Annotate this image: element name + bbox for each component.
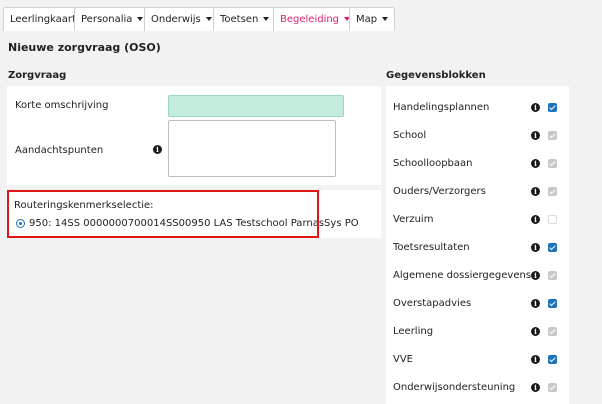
school-checkbox xyxy=(548,131,557,140)
caret-down-icon xyxy=(205,17,212,21)
onderwijsondersteuning-checkbox xyxy=(548,383,557,392)
tab-label: Map xyxy=(356,14,378,25)
tab-onderwijs[interactable]: Onderwijs xyxy=(144,7,219,31)
tab-begeleiding[interactable]: Begeleiding xyxy=(273,7,358,31)
caret-down-icon xyxy=(382,17,389,21)
tab-bar: Leerlingkaart Personalia Onderwijs Toets… xyxy=(0,0,602,33)
info-icon[interactable]: i xyxy=(531,215,540,224)
gegevensblok-label: Overstapadvies xyxy=(393,298,472,309)
aandachtspunten-textarea[interactable] xyxy=(168,120,336,177)
gegevensblok-label: School xyxy=(393,130,427,141)
gegevensblok-row: Verzuim i xyxy=(386,206,566,234)
gegevensblok-row: School i xyxy=(386,122,566,150)
page-title: Nieuwe zorgvraag (OSO) xyxy=(8,41,161,54)
info-icon[interactable]: i xyxy=(531,159,540,168)
gegevensblok-row: Ouders/Verzorgers i xyxy=(386,178,566,206)
ouders-verzorgers-checkbox xyxy=(548,187,557,196)
toetsresultaten-checkbox[interactable] xyxy=(548,243,557,252)
algemene-dossiergegevens-checkbox xyxy=(548,271,557,280)
info-icon[interactable]: i xyxy=(531,271,540,280)
gegevensblok-label: Algemene dossiergegevens xyxy=(393,270,532,281)
gegevensblok-row: Onderwijsondersteuning i xyxy=(386,374,566,402)
gegevensblokken-heading: Gegevensblokken xyxy=(386,70,486,81)
gegevensblok-label: Onderwijsondersteuning xyxy=(393,382,516,393)
gegevensblok-label: VVE xyxy=(393,354,413,365)
overstapadvies-checkbox[interactable] xyxy=(548,299,557,308)
tab-label: Toetsen xyxy=(220,14,259,25)
tab-leerlingkaart[interactable]: Leerlingkaart xyxy=(3,7,83,31)
info-icon[interactable]: i xyxy=(531,383,540,392)
tab-personalia[interactable]: Personalia xyxy=(74,7,151,31)
gegevensblok-label: Toetsresultaten xyxy=(393,242,470,253)
gegevensblok-label: Schoolloopbaan xyxy=(393,158,473,169)
tab-label: Personalia xyxy=(81,14,133,25)
info-icon[interactable]: i xyxy=(531,243,540,252)
tab-toetsen[interactable]: Toetsen xyxy=(213,7,277,31)
highlight-box xyxy=(7,190,319,238)
tab-label: Onderwijs xyxy=(151,14,201,25)
leerling-checkbox xyxy=(548,327,557,336)
aandachtspunten-label: Aandachtspunten xyxy=(15,145,104,156)
gegevensblok-row: Toetsresultaten i xyxy=(386,234,566,262)
gegevensblok-label: Ouders/Verzorgers xyxy=(393,186,486,197)
gegevensblok-row: Algemene dossiergegevens i xyxy=(386,262,566,290)
verzuim-checkbox xyxy=(548,215,557,224)
info-icon[interactable]: i xyxy=(531,187,540,196)
info-icon[interactable]: i xyxy=(531,299,540,308)
korte-omschrijving-input[interactable] xyxy=(168,95,344,117)
tab-label: Leerlingkaart xyxy=(10,14,76,25)
gegevensblok-row: Schoolloopbaan i xyxy=(386,150,566,178)
info-icon[interactable]: i xyxy=(531,103,540,112)
caret-down-icon xyxy=(137,17,144,21)
vve-checkbox[interactable] xyxy=(548,355,557,364)
gegevensblok-label: Handelingsplannen xyxy=(393,102,490,113)
gegevensblok-label: Leerling xyxy=(393,326,434,337)
tab-map[interactable]: Map xyxy=(349,7,396,31)
info-icon[interactable]: i xyxy=(531,355,540,364)
gegevensblok-row: VVE i xyxy=(386,346,566,374)
gegevensblok-row: Leerling i xyxy=(386,318,566,346)
gegevensblok-row: Overstapadvies i xyxy=(386,290,566,318)
zorgvraag-heading: Zorgvraag xyxy=(8,70,67,81)
schoolloopbaan-checkbox xyxy=(548,159,557,168)
gegevensblok-label: Verzuim xyxy=(393,214,434,225)
korte-omschrijving-label: Korte omschrijving xyxy=(15,100,109,111)
info-icon[interactable]: i xyxy=(531,327,540,336)
gegevensblok-row: Handelingsplannen i xyxy=(386,94,566,122)
info-icon[interactable]: i xyxy=(531,131,540,140)
tab-label: Begeleiding xyxy=(280,14,340,25)
info-icon[interactable]: i xyxy=(153,145,162,154)
caret-down-icon xyxy=(263,17,270,21)
handelingsplannen-checkbox[interactable] xyxy=(548,103,557,112)
